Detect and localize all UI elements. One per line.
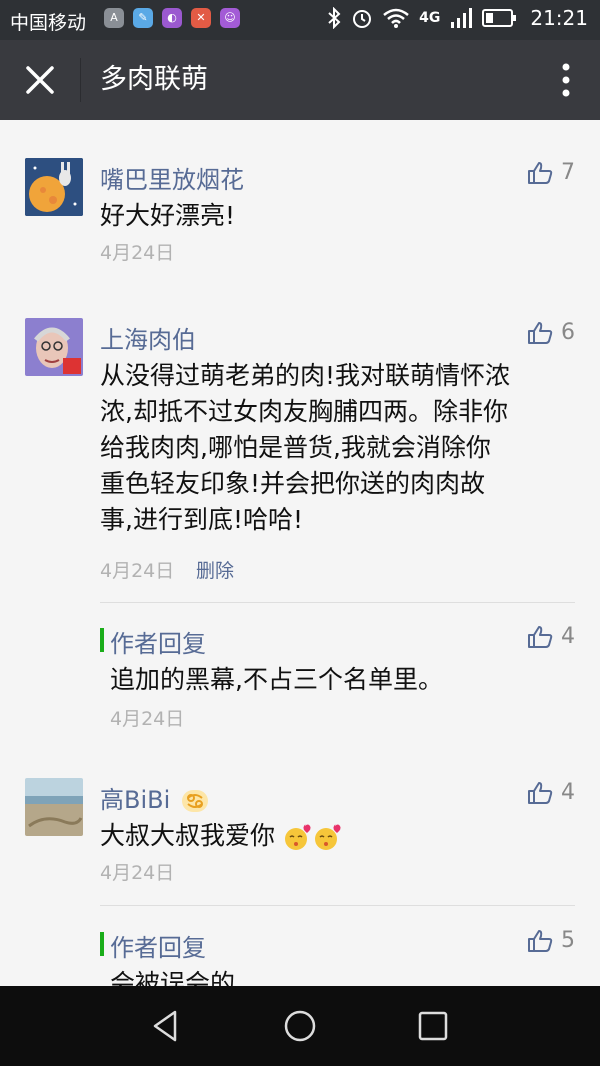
rabbit-moon-avatar-icon bbox=[25, 158, 83, 216]
comment-author[interactable]: 嘴巴里放烟花 bbox=[100, 160, 244, 195]
avatar[interactable] bbox=[25, 778, 83, 836]
clock: 21:21 bbox=[530, 6, 588, 30]
carrier-label: 中国移动 bbox=[10, 12, 87, 34]
comment-author-name: 高BiBi bbox=[100, 786, 171, 814]
network-type-label: 4G bbox=[419, 10, 441, 26]
thumbs-up-icon bbox=[528, 781, 553, 804]
system-nav-bar bbox=[0, 986, 600, 1066]
notification-icons: A ✎ ◐ ✕ ☺ bbox=[104, 8, 240, 28]
thumbs-up-icon bbox=[528, 929, 553, 952]
delete-link[interactable]: 删除 bbox=[196, 556, 234, 583]
reply-like-button[interactable]: 5 bbox=[527, 928, 575, 953]
signal-icon bbox=[451, 8, 473, 28]
cancer-zodiac-icon bbox=[181, 790, 208, 812]
comment-author[interactable]: 高BiBi bbox=[100, 780, 208, 815]
purple-app-icon: ◐ bbox=[162, 8, 182, 28]
cat-app-icon: ☺ bbox=[220, 8, 240, 28]
a-store-icon: A bbox=[104, 8, 124, 28]
bluetooth-icon bbox=[328, 7, 341, 29]
red-app-icon: ✕ bbox=[191, 8, 211, 28]
comment-text-line: 给我肉肉,哪怕是普货,我就会消除你 bbox=[100, 433, 491, 462]
thumbs-up-icon bbox=[528, 161, 553, 184]
thumbs-up-icon bbox=[528, 321, 553, 344]
kiss-emoji-icon bbox=[314, 824, 341, 850]
comment-date: 4月24日 bbox=[100, 862, 175, 884]
header-divider bbox=[80, 58, 81, 102]
avatar[interactable] bbox=[25, 318, 83, 376]
comment-text: 从没得过萌老弟的肉!我对联萌情怀浓 浓,却抵不过女肉友胸脯四两。除非你 给我肉肉… bbox=[100, 358, 570, 538]
wifi-icon bbox=[383, 8, 409, 28]
comment-date: 4月24日 bbox=[100, 242, 175, 264]
beach-avatar-icon bbox=[25, 778, 83, 836]
like-button[interactable]: 6 bbox=[527, 320, 575, 345]
home-icon[interactable] bbox=[282, 1008, 318, 1044]
recent-apps-icon[interactable] bbox=[415, 1008, 451, 1044]
reply-like-button[interactable]: 4 bbox=[527, 624, 575, 649]
thumbs-up-icon bbox=[528, 625, 553, 648]
old-man-avatar-icon bbox=[25, 318, 83, 376]
author-reply-label: 作者回复 bbox=[110, 934, 206, 962]
comment-text: 好大好漂亮! bbox=[100, 201, 236, 230]
close-icon[interactable] bbox=[22, 62, 58, 98]
reply-divider bbox=[100, 602, 575, 603]
back-icon[interactable] bbox=[148, 1008, 184, 1044]
status-bar: 中国移动 A ✎ ◐ ✕ ☺ 4G 21:21 bbox=[0, 0, 600, 40]
reply-text: 追加的黑幕,不占三个名单里。 bbox=[110, 665, 443, 694]
comment-text: 大叔大叔我爱你 bbox=[100, 818, 570, 854]
page-title: 多肉联萌 bbox=[100, 64, 208, 95]
comment-text-line: 浓,却抵不过女肉友胸脯四两。除非你 bbox=[100, 397, 508, 426]
author-reply-label: 作者回复 bbox=[110, 630, 206, 658]
more-options-icon[interactable] bbox=[562, 60, 570, 100]
like-count: 6 bbox=[561, 320, 575, 345]
comment-author[interactable]: 上海肉伯 bbox=[100, 320, 196, 355]
like-count: 7 bbox=[561, 160, 575, 185]
avatar[interactable] bbox=[25, 158, 83, 216]
app-header: 多肉联萌 bbox=[0, 40, 600, 120]
comment-text-content: 大叔大叔我爱你 bbox=[100, 821, 276, 850]
battery-icon bbox=[482, 9, 517, 27]
comment-item: 上海肉伯 从没得过萌老弟的肉!我对联萌情怀浓 浓,却抵不过女肉友胸脯四两。除非你… bbox=[0, 280, 600, 740]
like-count: 4 bbox=[561, 780, 575, 805]
comment-text-line: 事,进行到底!哈哈! bbox=[100, 505, 303, 534]
kiss-emoji-icon bbox=[284, 824, 311, 850]
tools-icon: ✎ bbox=[133, 8, 153, 28]
comment-text-line: 重色轻友印象!并会把你送的肉肉故 bbox=[100, 469, 486, 498]
reply-date: 4月24日 bbox=[110, 708, 185, 730]
like-button[interactable]: 4 bbox=[527, 780, 575, 805]
like-count: 4 bbox=[561, 624, 575, 649]
system-indicators: 4G 21:21 bbox=[327, 6, 588, 30]
reply-text: 会被误会的。 bbox=[110, 969, 261, 986]
reply-divider bbox=[100, 905, 575, 906]
comment-text-line: 从没得过萌老弟的肉!我对联萌情怀浓 bbox=[100, 361, 511, 390]
comment-list[interactable]: 嘴巴里放烟花 好大好漂亮! 4月24日 7 上海肉伯 从没得过萌老弟的肉!我对联… bbox=[0, 120, 600, 986]
comment-item: 嘴巴里放烟花 好大好漂亮! 4月24日 7 bbox=[0, 120, 600, 280]
like-button[interactable]: 7 bbox=[527, 160, 575, 185]
comment-item: 高BiBi 大叔大叔我爱你 4月24日 4 作者回复 会被误会的。 5 bbox=[0, 740, 600, 986]
alarm-icon bbox=[353, 10, 372, 28]
reply-accent-bar bbox=[100, 628, 104, 652]
comment-date: 4月24日 bbox=[100, 560, 175, 582]
like-count: 5 bbox=[561, 928, 575, 953]
reply-accent-bar bbox=[100, 932, 104, 956]
